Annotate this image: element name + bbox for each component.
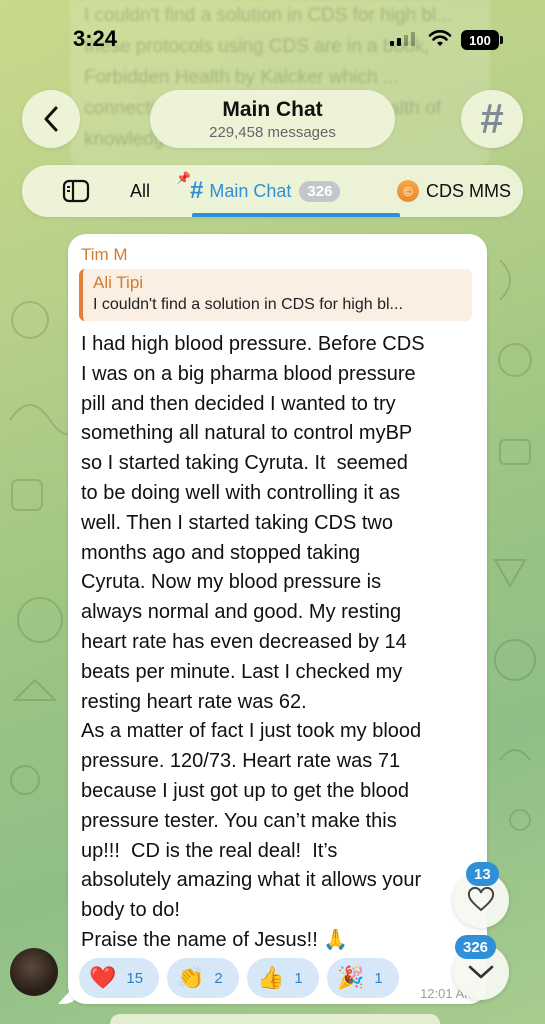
cellular-signal-icon — [390, 32, 415, 46]
tab-cds-mms[interactable]: © CDS MMS — [397, 165, 511, 217]
message-bubble[interactable]: Tim M Ali Tipi I couldn't find a solutio… — [68, 234, 487, 1004]
bottom-partial-element — [110, 1014, 440, 1024]
status-time: 3:24 — [73, 26, 118, 51]
reaction-clap[interactable]: 👏 2 — [167, 958, 239, 998]
message-count: 229,458 messages — [209, 124, 336, 141]
chat-title: Main Chat — [222, 98, 323, 121]
tab-sidebar-toggle[interactable] — [62, 165, 90, 217]
tab-all[interactable]: All — [130, 165, 150, 217]
pin-icon: 📌 — [176, 171, 191, 185]
reaction-count: 15 — [126, 969, 144, 987]
chevron-down-icon — [468, 965, 494, 979]
reactions-row: ❤️ 15 👏 2 👍 1 🎉 1 — [79, 958, 399, 998]
reaction-count: 1 — [374, 969, 383, 987]
reactions-badge: 13 — [466, 862, 499, 886]
sidebar-icon — [62, 179, 90, 203]
reaction-party[interactable]: 🎉 1 — [327, 958, 399, 998]
heart-outline-icon — [467, 887, 495, 912]
reaction-thumbs-up[interactable]: 👍 1 — [247, 958, 319, 998]
party-popper-emoji-icon: 🎉 — [337, 965, 365, 990]
hash-icon: # — [480, 95, 504, 142]
heart-emoji-icon: ❤️ — [89, 965, 117, 990]
status-bar: 3:24 100 — [0, 0, 545, 80]
reply-quote[interactable]: Ali Tipi I couldn't find a solution in C… — [79, 269, 472, 321]
sender-avatar[interactable] — [10, 948, 58, 996]
reaction-heart[interactable]: ❤️ 15 — [79, 958, 159, 998]
hash-icon: # — [190, 177, 204, 204]
unread-badge: 326 — [299, 180, 341, 202]
reaction-count: 1 — [294, 969, 303, 987]
sender-name[interactable]: Tim M — [81, 245, 128, 265]
back-button[interactable] — [22, 90, 80, 148]
reply-author: Ali Tipi — [93, 273, 144, 292]
wifi-icon — [428, 30, 452, 46]
tab-main-chat[interactable]: 📌 # Main Chat 326 — [176, 165, 341, 217]
unread-count-badge: 326 — [455, 935, 497, 959]
message-text: I had high blood pressure. Before CDS I … — [81, 333, 425, 951]
cds-avatar-icon: © — [397, 180, 419, 202]
thumbs-up-emoji-icon: 👍 — [257, 965, 285, 990]
topic-hash-button[interactable]: # — [461, 90, 523, 148]
tab-main-chat-label: Main Chat — [209, 180, 292, 201]
tab-cds-mms-label: CDS MMS — [426, 180, 511, 201]
reply-snippet: I couldn't find a solution in CDS for hi… — [93, 296, 403, 313]
topic-tabs: All 📌 # Main Chat 326 © CDS MMS — [22, 165, 523, 217]
clap-emoji-icon: 👏 — [177, 965, 205, 990]
reaction-count: 2 — [214, 969, 223, 987]
battery-indicator: 100 — [461, 30, 503, 50]
chat-title-pill[interactable]: Main Chat 229,458 messages — [150, 90, 395, 148]
chevron-left-icon — [44, 106, 58, 132]
active-tab-indicator — [192, 213, 400, 217]
